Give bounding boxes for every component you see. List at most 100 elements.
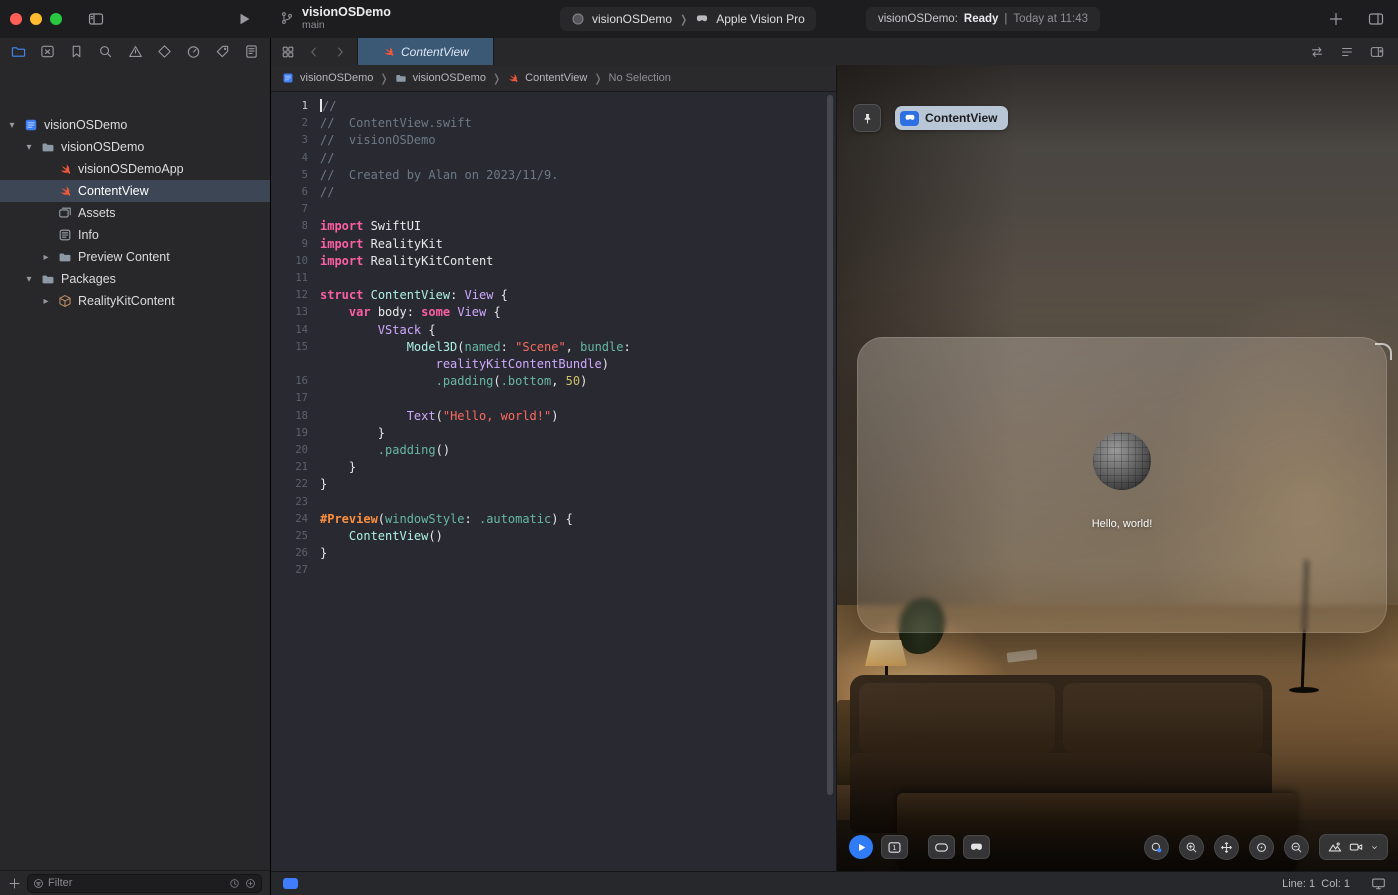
canvas-bottom-toolbar: 1 [849,834,1388,860]
camera-icon [1349,840,1363,854]
tree-item-info[interactable]: Info [0,224,270,246]
close-window-button[interactable] [10,13,22,25]
source-control-navigator-icon[interactable] [40,44,55,59]
split-editor-icon[interactable] [1370,45,1384,59]
source-control-filter-icon[interactable] [245,878,256,889]
inspect-button[interactable] [1144,834,1169,860]
project-name: visionOSDemo [302,5,391,19]
file-name: visionOSDemoApp [78,162,184,176]
disclosure-icon[interactable]: ▾ [6,120,18,131]
tests-navigator-icon[interactable] [157,44,172,59]
tree-item-packages[interactable]: ▾ Packages [0,268,270,290]
forward-icon[interactable] [333,45,347,59]
add-file-icon[interactable] [8,877,21,890]
selectable-mode-button[interactable]: 1 [881,835,908,859]
bookmarks-navigator-icon[interactable] [69,44,84,59]
code-line: 3// visionOSDemo [271,132,836,149]
line-number: 11 [295,272,308,285]
pin-icon [861,112,874,125]
jumpbar-project[interactable]: visionOSDemo [300,72,373,84]
tree-item-realitykitcontent[interactable]: ▸ RealityKitContent [0,290,270,312]
code-line: 23 [271,494,836,511]
file-status-icon [283,878,298,889]
source-editor[interactable]: 1//2// ContentView.swift 3// visionOSDemo… [271,92,836,871]
related-items-icon[interactable] [281,45,295,59]
line-number: 22 [295,478,308,491]
recenter-button[interactable] [1249,834,1274,860]
recent-files-filter-icon[interactable] [229,878,240,889]
code-lines: 1//2// ContentView.swift 3// visionOSDemo… [271,92,836,580]
display-icon[interactable] [1371,876,1386,891]
disclosure-icon[interactable]: ▸ [40,252,52,263]
line-number: 9 [301,237,308,250]
pan-button[interactable] [1214,834,1239,860]
line-number: 25 [295,530,308,543]
tree-item-contentview[interactable]: ContentView [0,180,270,202]
scheme-selector[interactable]: visionOSDemo ❭ Apple Vision Pro [560,7,816,31]
line-number: 17 [295,392,308,405]
run-button[interactable] [236,11,252,27]
tab-contentview[interactable]: ContentView [357,38,494,65]
scheme-name[interactable]: visionOSDemo [592,12,672,26]
line-number: 23 [295,495,308,508]
breakpoints-navigator-icon[interactable] [215,44,230,59]
folder-icon [40,140,56,154]
environment-camera-button[interactable] [1319,834,1388,860]
jumpbar-selection[interactable]: No Selection [609,72,671,84]
tree-item-preview-content[interactable]: ▸ Preview Content [0,246,270,268]
disclosure-icon[interactable]: ▾ [23,274,35,285]
vision-pro-preview-button[interactable] [963,835,990,859]
code-line: 16 .padding(.bottom, 50) [271,373,836,390]
debug-navigator-icon[interactable] [186,44,201,59]
minimize-window-button[interactable] [30,13,42,25]
tree-item-visionosdemo[interactable]: ▾ visionOSDemo [0,136,270,158]
code-line: 9 import RealityKit [271,236,836,253]
filter-field[interactable]: Filter [27,873,262,893]
code-line: 15 Model3D(named: "Scene", bundle: [271,339,836,356]
editor-scrollbar[interactable] [827,95,833,795]
editor-list-icon[interactable] [1340,45,1354,59]
sofa-cushion-right [1063,683,1263,753]
line-number: 4 [301,151,308,164]
toggle-navigator-icon[interactable] [88,11,104,27]
editor-layout-icon[interactable] [1368,11,1384,27]
code-line: 10 import RealityKitContent [271,253,836,270]
code-line: 17 [271,390,836,407]
tree-item-visionosdemo[interactable]: ▾ visionOSDemo [0,114,270,136]
line-number: 14 [295,323,308,336]
cursor-position: Line: 1 Col: 1 [1282,877,1350,890]
live-preview-button[interactable] [849,835,873,859]
tree-item-visionosdemoapp[interactable]: visionOSDemoApp [0,158,270,180]
back-icon[interactable] [307,45,321,59]
window-controls [10,13,62,25]
jumpbar-file[interactable]: ContentView [525,72,587,84]
device-bezel-button[interactable] [928,835,955,859]
library-add-icon[interactable] [1328,11,1344,27]
disclosure-icon[interactable]: ▸ [40,296,52,307]
jumpbar-group[interactable]: visionOSDemo [413,72,486,84]
destination-name[interactable]: Apple Vision Pro [716,12,805,26]
navigator-bar [0,38,270,64]
pin-preview-button[interactable] [853,104,881,132]
tree-item-assets[interactable]: Assets [0,202,270,224]
window-resize-handle[interactable] [1375,343,1392,360]
line-number: 16 [295,375,308,388]
preview-device-pill[interactable]: ContentView [895,106,1009,130]
zoom-out-button[interactable] [1284,834,1309,860]
jump-bar: visionOSDemo ❭ visionOSDemo ❭ ContentVie… [271,65,836,92]
environment-icon [1328,840,1342,854]
fullscreen-window-button[interactable] [50,13,62,25]
editor-bottom-bar: Line: 1 Col: 1 [271,871,1398,895]
find-navigator-icon[interactable] [98,44,113,59]
project-icon [282,72,294,84]
disclosure-icon[interactable]: ▾ [23,142,35,153]
activity-status[interactable]: visionOSDemo: Ready | Today at 11:43 [866,7,1101,31]
preview-app-window: Hello, world! [857,337,1392,633]
project-navigator-icon[interactable] [11,44,26,59]
swap-editors-icon[interactable] [1310,45,1324,59]
zoom-in-button[interactable] [1179,834,1204,860]
reports-navigator-icon[interactable] [244,44,259,59]
issues-navigator-icon[interactable] [128,44,143,59]
folder-icon [395,72,407,84]
line-number: 27 [295,564,308,577]
